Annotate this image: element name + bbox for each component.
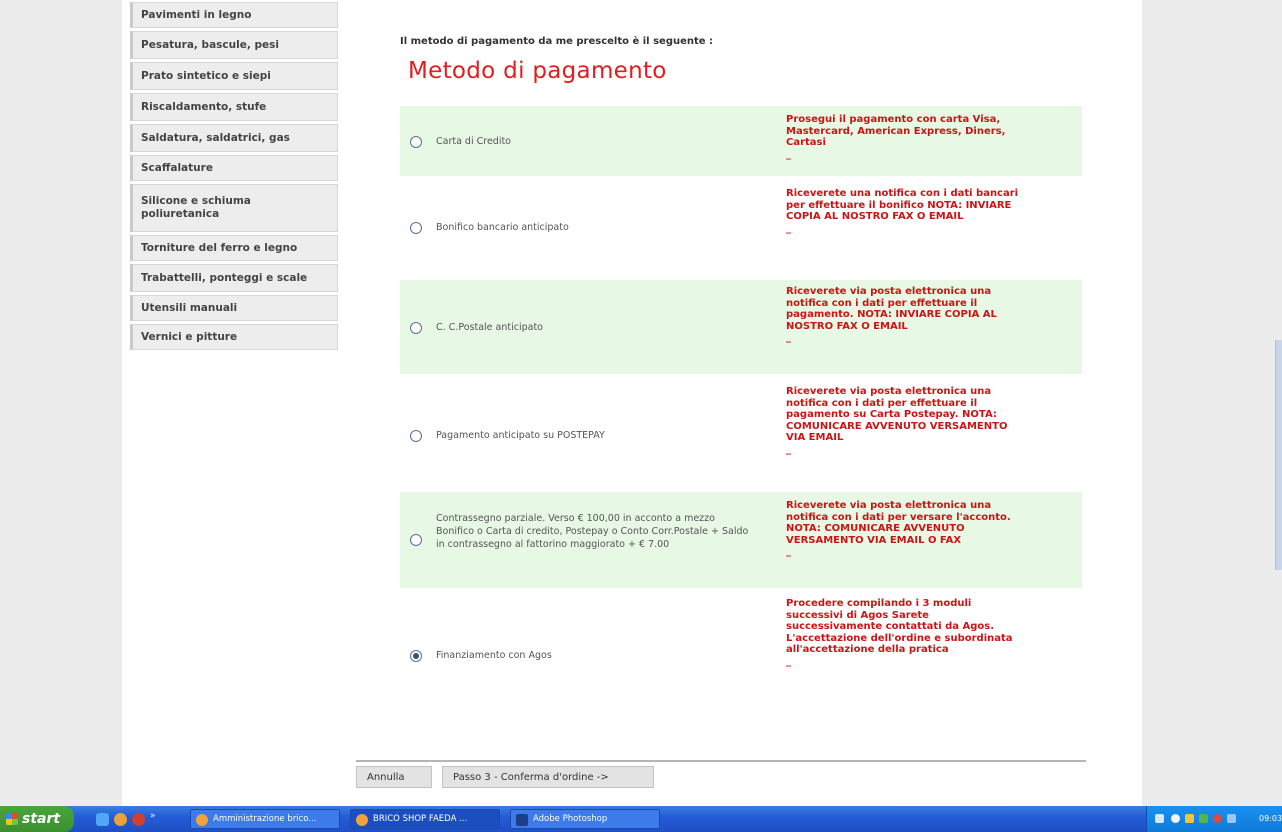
option-label: Bonifico bancario anticipato [436,222,569,233]
radio-agos[interactable] [410,650,422,662]
media-icon[interactable] [132,813,145,826]
payment-option-ccpostale[interactable]: C. C.Postale anticipato Riceverete via p… [400,280,1082,374]
volume-icon[interactable] [1227,814,1236,823]
sidebar-item-label: Riscaldamento, stufe [141,101,267,113]
option-description: Procedere compilando i 3 moduli successi… [786,598,1024,667]
task-button-photoshop[interactable]: Adobe Photoshop [510,809,660,829]
option-label: Contrassegno parziale. Verso € 100,00 in… [436,513,749,550]
sidebar-item-label: Trabattelli, ponteggi e scale [141,272,308,284]
option-description-text: Riceverete via posta elettronica una not… [786,500,1011,546]
security-icon[interactable] [1185,814,1194,823]
option-description: Riceverete una notifica con i dati banca… [786,188,1024,234]
button-bar: Annulla Passo 3 - Conferma d'ordine -> [356,760,1086,788]
browser-icon[interactable] [114,813,127,826]
sidebar-item-label: Prato sintetico e siepi [141,70,271,82]
task-label: Amministrazione brico... [213,814,317,824]
radio-cc-postale[interactable] [410,322,422,334]
category-sidebar: Pavimenti in legno Pesatura, bascule, pe… [130,0,338,353]
option-description: Riceverete via posta elettronica una not… [786,286,1024,344]
payment-option-bonifico[interactable]: Bonifico bancario anticipato Riceverete … [400,186,1082,274]
clock: 09:03 [1259,814,1282,823]
page-title: Metodo di pagamento [408,58,667,84]
sidebar-item-silicone[interactable]: Silicone e schiuma poliuretanica [130,184,338,232]
sidebar-item-scaffalature[interactable]: Scaffalature [130,155,338,181]
sidebar-item-utensili[interactable]: Utensili manuali [130,295,338,321]
option-dash: _ [786,148,791,160]
sidebar-item-pesatura[interactable]: Pesatura, bascule, pesi [130,31,338,59]
sidebar-item-prato[interactable]: Prato sintetico e siepi [130,62,338,90]
option-dash: _ [786,655,791,667]
scrollbar[interactable] [1275,340,1282,570]
sidebar-item-label: Utensili manuali [141,302,238,314]
browser-icon [196,814,208,826]
sidebar-item-trabattelli[interactable]: Trabattelli, ponteggi e scale [130,264,338,292]
next-step-button[interactable]: Passo 3 - Conferma d'ordine -> [442,766,654,788]
option-description: Riceverete via posta elettronica una not… [786,386,1024,455]
sidebar-item-label: Saldatura, saldatrici, gas [141,132,290,144]
payment-option-carta[interactable]: Carta di Credito Prosegui il pagamento c… [400,106,1082,176]
start-label: start [22,811,61,827]
sidebar-item-saldatura[interactable]: Saldatura, saldatrici, gas [130,124,338,152]
task-button-brico-shop[interactable]: BRICO SHOP FAEDA ... [350,809,500,829]
taskbar: start » Amministrazione brico... BRICO S… [0,806,1282,832]
payment-option-agos[interactable]: Finanziamento con Agos Procedere compila… [400,594,1082,720]
network-icon[interactable] [1171,814,1180,823]
cancel-button[interactable]: Annulla [356,766,432,788]
photoshop-icon [516,814,528,826]
sidebar-item-label: Pesatura, bascule, pesi [141,39,279,51]
antivirus-icon[interactable] [1213,814,1222,823]
sidebar-item-riscaldamento[interactable]: Riscaldamento, stufe [130,93,338,121]
option-description-text: Prosegui il pagamento con carta Visa, Ma… [786,114,1006,148]
radio-carta-di-credito[interactable] [410,136,422,148]
option-dash: _ [786,332,791,343]
option-dash: _ [786,222,791,234]
update-icon[interactable] [1199,814,1208,823]
intro-text: Il metodo di pagamento da me prescelto è… [400,36,714,47]
option-description-text: Riceverete via posta elettronica una not… [786,286,997,332]
page: Pavimenti in legno Pesatura, bascule, pe… [122,0,1142,806]
task-label: Adobe Photoshop [533,814,608,824]
right-gutter [1142,0,1282,806]
option-label: Finanziamento con Agos [436,650,552,661]
tray-expand-icon[interactable] [1155,814,1164,823]
show-desktop-icon[interactable] [96,813,109,826]
payment-option-postepay[interactable]: Pagamento anticipato su POSTEPAY Ricever… [400,380,1082,488]
option-description-text: Procedere compilando i 3 moduli successi… [786,598,1013,655]
sidebar-item-label: Scaffalature [141,162,213,174]
sidebar-item-pavimenti[interactable]: Pavimenti in legno [130,2,338,28]
windows-logo-icon [6,813,18,825]
radio-contrassegno[interactable] [410,534,422,546]
task-button-amministrazione[interactable]: Amministrazione brico... [190,809,340,829]
sidebar-item-label: Vernici e pitture [141,331,238,343]
option-label: Carta di Credito [436,136,511,147]
option-dash: _ [786,443,791,455]
option-description: Riceverete via posta elettronica una not… [786,500,1024,558]
sidebar-item-label: Pavimenti in legno [141,9,252,21]
option-label: C. C.Postale anticipato [436,322,543,333]
payment-option-contrassegno[interactable]: Contrassegno parziale. Verso € 100,00 in… [400,492,1082,588]
option-description-text: Riceverete via posta elettronica una not… [786,386,1008,443]
option-dash: _ [786,546,791,557]
option-description: Prosegui il pagamento con carta Visa, Ma… [786,114,1024,160]
sidebar-item-vernici[interactable]: Vernici e pitture [130,324,338,350]
sidebar-item-label: Silicone e schiuma poliuretanica [141,195,251,220]
radio-bonifico[interactable] [410,222,422,234]
sidebar-item-torniture[interactable]: Torniture del ferro e legno [130,235,338,261]
quicklaunch-overflow-icon[interactable]: » [150,811,156,821]
start-button[interactable]: start [0,806,74,832]
sidebar-item-label: Torniture del ferro e legno [141,242,298,254]
option-description-text: Riceverete una notifica con i dati banca… [786,188,1019,222]
option-label: Pagamento anticipato su POSTEPAY [436,430,605,441]
browser-icon [356,814,368,826]
left-gutter [0,0,122,806]
radio-postepay[interactable] [410,430,422,442]
task-label: BRICO SHOP FAEDA ... [373,814,468,824]
system-tray: 09:03 [1146,806,1282,832]
